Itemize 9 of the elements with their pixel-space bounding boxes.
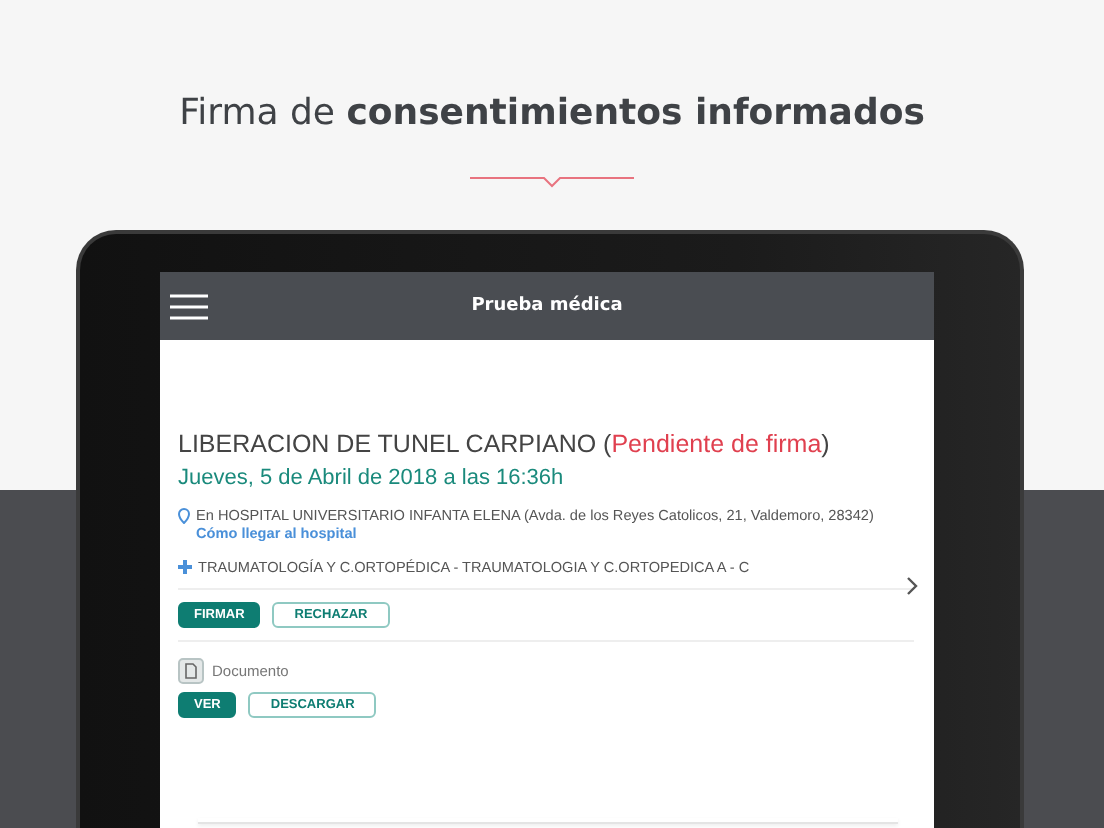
plus-icon [178,560,192,574]
screen-title: Prueba médica [471,296,623,316]
menu-icon[interactable] [170,293,208,319]
appointment-date: Jueves, 5 de Abril de 2018 a las 16:36h [178,466,566,490]
headline: Firma de consentimientos informados [179,90,925,138]
document-icon [178,658,204,684]
chevron-right-icon[interactable] [906,576,918,596]
procedure-title: LIBERACION DE TUNEL CARPIANO (Pendiente de firma) [178,430,832,458]
location-pin-icon [178,508,190,524]
